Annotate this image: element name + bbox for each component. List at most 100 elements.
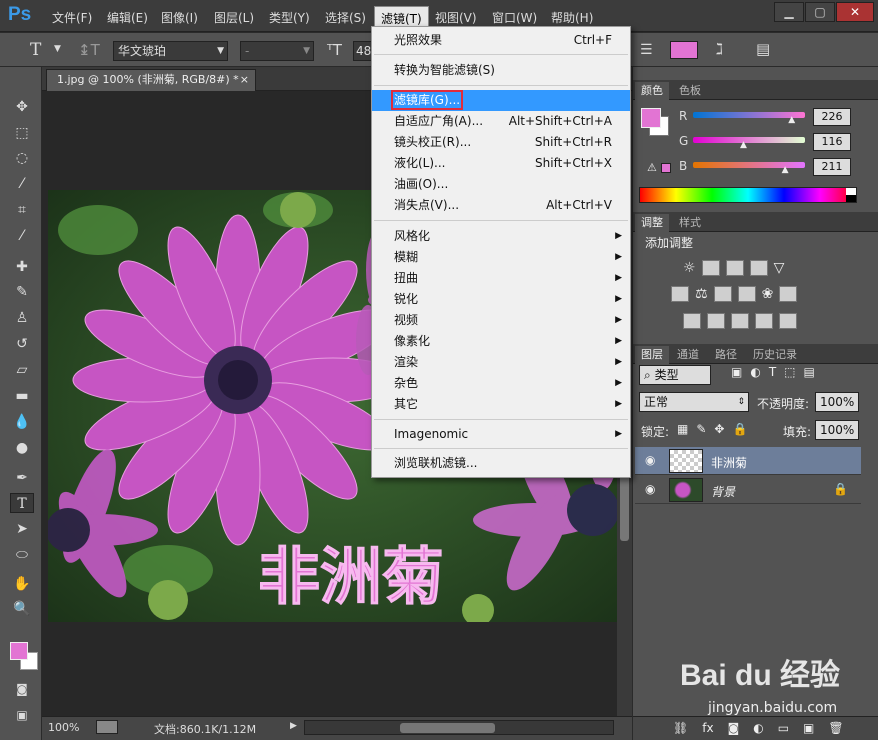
- new-adjustment-icon[interactable]: ◐: [753, 721, 763, 735]
- menu-item-lighting-effects[interactable]: 光照效果 Ctrl+F: [372, 30, 630, 51]
- layer-name[interactable]: 背景: [711, 483, 735, 500]
- pen-tool-icon[interactable]: ✒: [10, 468, 34, 488]
- healing-brush-tool-icon[interactable]: ✚: [10, 257, 34, 277]
- menu-item-stylize[interactable]: 风格化 ▶: [372, 226, 630, 247]
- type-tool-icon[interactable]: T: [10, 493, 34, 513]
- channel-mixer-icon[interactable]: ❀: [762, 286, 774, 302]
- menu-layer[interactable]: 图层(L): [214, 9, 254, 26]
- slider-handle-icon[interactable]: ▲: [782, 165, 789, 175]
- new-layer-icon[interactable]: ▣: [803, 721, 814, 735]
- menu-item-liquify[interactable]: 液化(L)... Shift+Ctrl+X: [372, 153, 630, 174]
- menu-item-oil-paint[interactable]: 油画(O)...: [372, 174, 630, 195]
- horizontal-scrollbar[interactable]: [304, 720, 614, 735]
- blend-mode-select[interactable]: 正常 ⇕: [639, 392, 749, 412]
- justify-icon[interactable]: ☰: [640, 42, 653, 58]
- font-family-select[interactable]: 华文琥珀 ▼: [113, 41, 228, 61]
- eye-icon[interactable]: ◉: [645, 453, 655, 467]
- color-lookup-icon[interactable]: [779, 286, 798, 302]
- color-spectrum[interactable]: [639, 187, 857, 203]
- warp-text-icon[interactable]: ℷ: [716, 40, 723, 58]
- selective-color-icon[interactable]: [755, 313, 773, 329]
- menu-item-noise[interactable]: 杂色 ▶: [372, 373, 630, 394]
- photo-filter-icon[interactable]: [737, 286, 756, 302]
- eraser-tool-icon[interactable]: ▱: [10, 360, 34, 380]
- lock-all-icon[interactable]: 🔒: [732, 422, 747, 436]
- blue-value-input[interactable]: 211: [813, 158, 851, 176]
- zoom-tool-icon[interactable]: 🔍: [10, 599, 34, 619]
- path-select-tool-icon[interactable]: ➤: [10, 519, 34, 539]
- layer-row[interactable]: ◉ 背景 🔒: [635, 476, 861, 504]
- font-size-input[interactable]: 48: [353, 41, 373, 61]
- shape-filter-icon[interactable]: ⬚: [784, 365, 795, 379]
- layer-filter-select[interactable]: ⌕ 类型: [639, 365, 711, 385]
- lock-position-icon[interactable]: ✥: [714, 422, 724, 436]
- foreground-color-swatch[interactable]: [10, 642, 28, 660]
- orientation-toggle-icon[interactable]: ↨T: [78, 41, 100, 59]
- trash-icon[interactable]: 🗑: [828, 721, 843, 735]
- close-window-button[interactable]: ✕: [836, 2, 874, 22]
- lasso-tool-icon[interactable]: ◌: [10, 148, 34, 168]
- brightness-icon[interactable]: ☼: [683, 260, 696, 276]
- menu-item-adaptive-wide-angle[interactable]: 自适应广角(A)... Alt+Shift+Ctrl+A: [372, 111, 630, 132]
- document-tab[interactable]: 1.jpg @ 100% (非洲菊, RGB/8#) * ×: [46, 69, 256, 91]
- menu-item-other[interactable]: 其它 ▶: [372, 394, 630, 415]
- menu-window[interactable]: 窗口(W): [492, 9, 537, 26]
- new-group-icon[interactable]: ▭: [778, 721, 789, 735]
- minimize-button[interactable]: ▁: [774, 2, 804, 22]
- menu-item-video[interactable]: 视频 ▶: [372, 310, 630, 331]
- gradient-map-icon[interactable]: [779, 313, 797, 329]
- color-foreground-swatch[interactable]: [641, 108, 661, 128]
- eyedropper-tool-icon[interactable]: ⁄: [10, 226, 34, 246]
- close-tab-icon[interactable]: ×: [240, 70, 249, 90]
- share-icon[interactable]: [96, 720, 118, 734]
- chevron-right-icon[interactable]: ▶: [290, 721, 297, 731]
- hue-saturation-icon[interactable]: [671, 286, 689, 302]
- quick-mask-icon[interactable]: ◙: [10, 679, 34, 699]
- dodge-tool-icon[interactable]: ●: [10, 438, 34, 458]
- hand-tool-icon[interactable]: ✋: [10, 574, 34, 594]
- slider-handle-icon[interactable]: ▲: [788, 115, 795, 125]
- menu-select[interactable]: 选择(S): [325, 9, 366, 26]
- green-slider[interactable]: [693, 137, 805, 143]
- tab-paths[interactable]: 路径: [709, 346, 743, 364]
- zoom-level[interactable]: 100%: [48, 721, 79, 734]
- link-layers-icon[interactable]: ⛓: [673, 721, 688, 735]
- vibrance-icon[interactable]: ▽: [774, 260, 785, 276]
- adjustment-filter-icon[interactable]: ◐: [750, 365, 760, 379]
- menu-type[interactable]: 类型(Y): [269, 9, 310, 26]
- exposure-icon[interactable]: [749, 260, 768, 276]
- posterize-icon[interactable]: [707, 313, 725, 329]
- smart-object-filter-icon[interactable]: ▤: [804, 365, 815, 379]
- menu-item-filter-gallery[interactable]: 滤镜库(G)...: [372, 90, 630, 111]
- history-brush-tool-icon[interactable]: ↺: [10, 334, 34, 354]
- blur-tool-icon[interactable]: 💧: [10, 412, 34, 432]
- tab-styles[interactable]: 样式: [673, 214, 707, 232]
- tab-history[interactable]: 历史记录: [747, 346, 803, 364]
- menu-file[interactable]: 文件(F): [52, 9, 92, 26]
- eye-icon[interactable]: ◉: [645, 482, 655, 496]
- add-mask-icon[interactable]: ◙: [728, 721, 740, 735]
- crop-tool-icon[interactable]: ⌗: [10, 200, 34, 220]
- move-tool-icon[interactable]: ✥: [10, 97, 34, 117]
- invert-icon[interactable]: [683, 313, 701, 329]
- text-color-swatch[interactable]: [670, 41, 698, 59]
- horizontal-scroll-thumb[interactable]: [400, 723, 495, 733]
- tab-layers[interactable]: 图层: [635, 346, 669, 364]
- fx-icon[interactable]: fx: [702, 721, 713, 735]
- marquee-tool-icon[interactable]: ⬚: [10, 123, 34, 143]
- menu-item-distort[interactable]: 扭曲 ▶: [372, 268, 630, 289]
- levels-icon[interactable]: [701, 260, 720, 276]
- type-tool-icon[interactable]: T: [30, 40, 41, 60]
- menu-image[interactable]: 图像(I): [161, 9, 198, 26]
- character-panel-icon[interactable]: ▤: [756, 40, 770, 58]
- maximize-button[interactable]: ▢: [805, 2, 835, 22]
- menu-item-pixelate[interactable]: 像素化 ▶: [372, 331, 630, 352]
- type-filter-icon[interactable]: T: [769, 365, 776, 379]
- stamp-tool-icon[interactable]: ♙: [10, 308, 34, 328]
- color-balance-icon[interactable]: ⚖: [695, 286, 708, 302]
- menu-view[interactable]: 视图(V): [435, 9, 477, 26]
- tab-channels[interactable]: 通道: [671, 346, 705, 364]
- brush-tool-icon[interactable]: ✎: [10, 282, 34, 302]
- lock-transparent-icon[interactable]: ▦: [677, 422, 688, 436]
- black-white-icon[interactable]: [713, 286, 732, 302]
